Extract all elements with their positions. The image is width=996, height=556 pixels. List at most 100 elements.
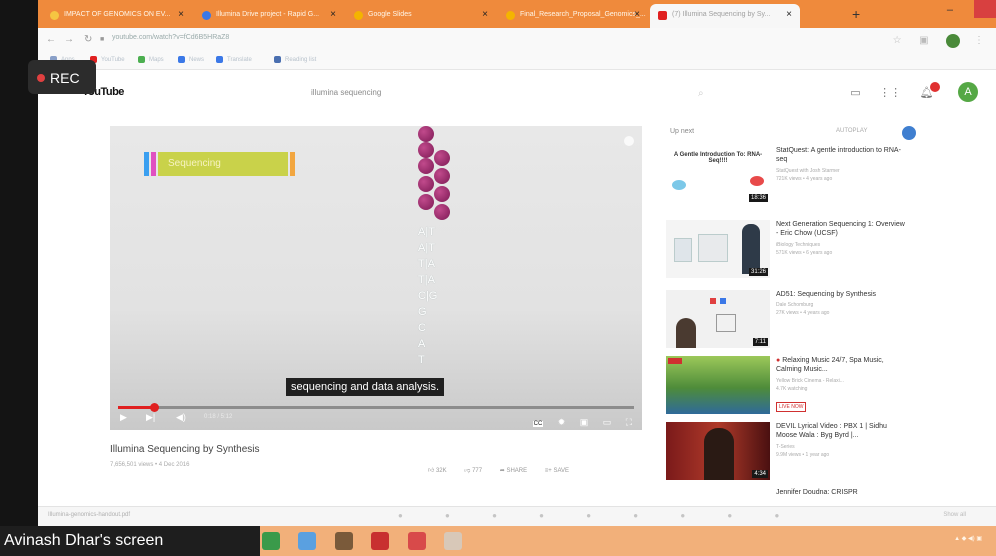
scrubber-handle[interactable]	[150, 403, 160, 412]
back-arrow-icon[interactable]: ←	[46, 34, 56, 45]
video-thumbnail[interactable]: 4:34	[666, 422, 770, 480]
bookmark-maps[interactable]: Maps	[138, 56, 164, 63]
progress-bar[interactable]	[118, 403, 634, 412]
download-bar: Illumina-genomics-handout.pdf ● ● ● ● ● …	[38, 506, 996, 526]
recording-indicator: REC	[28, 60, 96, 94]
header-actions: ▭ ⋮⋮ 🔔︎ A	[836, 82, 978, 102]
player-info-icon[interactable]	[624, 136, 634, 146]
url-field[interactable]: youtube.com/watch?v=fCd6B5HRaZ8	[112, 34, 229, 41]
browser-tab-2[interactable]: Illumina Drive project - Rapid G... ×	[194, 4, 344, 28]
account-avatar[interactable]: A	[958, 82, 978, 102]
bookmark-news[interactable]: News	[178, 56, 204, 63]
search-icon[interactable]: ⌕	[698, 88, 704, 99]
miniplayer-icon[interactable]: ▣	[580, 417, 589, 428]
browser-tab-5-active[interactable]: (7) Illumina Sequencing by Sy... ×	[650, 4, 800, 28]
video-thumbnail[interactable]	[666, 356, 770, 414]
notification-badge	[929, 82, 940, 92]
volume-icon[interactable]: ◀)	[176, 412, 186, 423]
save-button[interactable]: ≡+ SAVE	[545, 468, 569, 474]
window-close-icon[interactable]	[974, 0, 996, 18]
app-icon[interactable]	[444, 532, 463, 550]
profile-avatar-icon[interactable]	[945, 33, 960, 48]
recommended-title: AD51: Sequencing by Synthesis	[776, 291, 877, 298]
file-explorer-icon[interactable]	[298, 532, 317, 550]
theater-mode-icon[interactable]: ▭	[603, 417, 612, 428]
subtitles-icon[interactable]: CC	[532, 421, 544, 427]
thumbs-up-icon: 👍︎	[428, 468, 436, 474]
thumbnail-art	[672, 180, 686, 190]
video-thumbnail[interactable]: A Gentle Introduction To: RNA-Seq!!!! 18…	[666, 146, 770, 204]
search-box[interactable]: illumina sequencing ⌕	[308, 82, 704, 104]
recommended-channel: StatQuest with Josh Starmer	[776, 168, 840, 174]
recommended-video[interactable]: 31:26 Next Generation Sequencing 1: Over…	[666, 220, 996, 280]
show-all-link[interactable]: Show all	[943, 512, 966, 518]
tab-close-icon[interactable]: ×	[330, 9, 336, 20]
nucleotide-ball	[434, 204, 450, 220]
browser-tab-4[interactable]: Final_Research_Proposal_Genomics_... ×	[498, 4, 648, 28]
next-icon[interactable]: ▶|	[146, 412, 155, 423]
thumbnail-art	[720, 298, 726, 304]
windows-taskbar: Avinash Dhar's screen ▲ ◆ ◀) ▣	[0, 526, 996, 556]
browser-tab-1[interactable]: IMPACT OF GENOMICS ON EV... ×	[42, 4, 192, 28]
recommended-title: Jennifer Doudna: CRISPR	[776, 489, 858, 496]
like-button[interactable]: 👍︎ 32K	[428, 466, 447, 474]
dna-strand-graphic	[414, 126, 464, 226]
nucleotide-ball	[418, 176, 434, 192]
browser-tab-3[interactable]: Google Slides ×	[346, 4, 496, 28]
tab-label: Google Slides	[368, 11, 412, 18]
download-item[interactable]: Illumina-genomics-handout.pdf	[48, 512, 130, 518]
video-thumbnail[interactable]: 7:11	[666, 290, 770, 348]
system-tray[interactable]: ▲ ◆ ◀) ▣	[954, 535, 982, 542]
settings-gear-icon[interactable]: ✹	[558, 417, 566, 428]
bookmark-translate[interactable]: Translate	[216, 56, 252, 63]
youtube-favicon-icon	[658, 11, 667, 20]
recommended-video[interactable]: ● Relaxing Music 24/7, Spa Music, Calmin…	[666, 356, 996, 416]
search-input[interactable]: illumina sequencing	[311, 88, 381, 97]
forward-arrow-icon[interactable]: →	[64, 34, 74, 45]
autoplay-toggle[interactable]	[902, 126, 916, 140]
more-menu-icon[interactable]: ⋮	[974, 35, 986, 47]
video-thumbnail[interactable]: 31:26	[666, 220, 770, 278]
star-icon[interactable]: ☆	[893, 35, 905, 47]
app-icon[interactable]	[407, 532, 426, 550]
play-icon[interactable]: ▶	[120, 412, 127, 423]
tab-close-icon[interactable]: ×	[786, 9, 792, 20]
new-tab-icon[interactable]: +	[852, 6, 860, 22]
nucleotide-ball	[434, 168, 450, 184]
tab-close-icon[interactable]: ×	[178, 9, 184, 20]
filezilla-icon[interactable]	[371, 532, 390, 550]
bookmark-reading-list[interactable]: Reading list	[274, 56, 316, 63]
app-icon[interactable]	[334, 532, 353, 550]
recommended-title: ● Relaxing Music 24/7, Spa Music, Calmin…	[776, 357, 884, 373]
watch-page: Sequencing A|T A|T T|A T|A C|G G C A T s…	[38, 116, 996, 506]
recommended-video[interactable]: A Gentle Introduction To: RNA-Seq!!!! 18…	[666, 146, 996, 206]
base-pair: T|A	[418, 274, 435, 286]
base-pair: A	[418, 338, 426, 350]
maps-icon	[138, 56, 145, 63]
video-duration: 31:26	[748, 268, 768, 276]
tab-close-icon[interactable]: ×	[634, 9, 640, 20]
thumbnail-art	[710, 298, 716, 304]
video-duration: 4:34	[752, 470, 768, 478]
reload-icon[interactable]: ↻	[84, 34, 92, 45]
fullscreen-icon[interactable]: ⛶	[626, 417, 632, 428]
player-controls-right: CC ✹ ▣ ▭ ⛶	[523, 412, 632, 430]
recommended-video[interactable]: 4:34 DEVIL Lyrical Video : PBX 1 | Sidhu…	[666, 422, 996, 482]
share-button[interactable]: ➦ SHARE	[500, 467, 527, 474]
apps-grid-icon[interactable]: ⋮⋮	[879, 86, 901, 99]
chrome-icon[interactable]	[262, 532, 280, 550]
translate-icon	[216, 56, 223, 63]
video-title: Illumina Sequencing by Synthesis	[110, 444, 260, 455]
record-dot-icon	[37, 74, 45, 82]
nucleotide-ball	[418, 142, 434, 158]
video-player[interactable]: Sequencing A|T A|T T|A T|A C|G G C A T s…	[110, 126, 642, 430]
recommended-video[interactable]: Jennifer Doudna: CRISPR	[666, 488, 996, 508]
extensions-icon[interactable]: ▣	[919, 35, 931, 47]
address-bar: ← → ↻ ■ youtube.com/watch?v=fCd6B5HRaZ8 …	[38, 28, 996, 52]
thumbs-down-icon: 👎︎	[464, 468, 473, 474]
dislike-button[interactable]: 👎︎ 777	[464, 466, 482, 474]
tab-close-icon[interactable]: ×	[482, 9, 488, 20]
create-video-icon[interactable]: ▭	[850, 86, 860, 99]
recommended-video[interactable]: 7:11 AD51: Sequencing by Synthesis Dale …	[666, 290, 996, 350]
tab-favicon-icon	[50, 11, 59, 20]
